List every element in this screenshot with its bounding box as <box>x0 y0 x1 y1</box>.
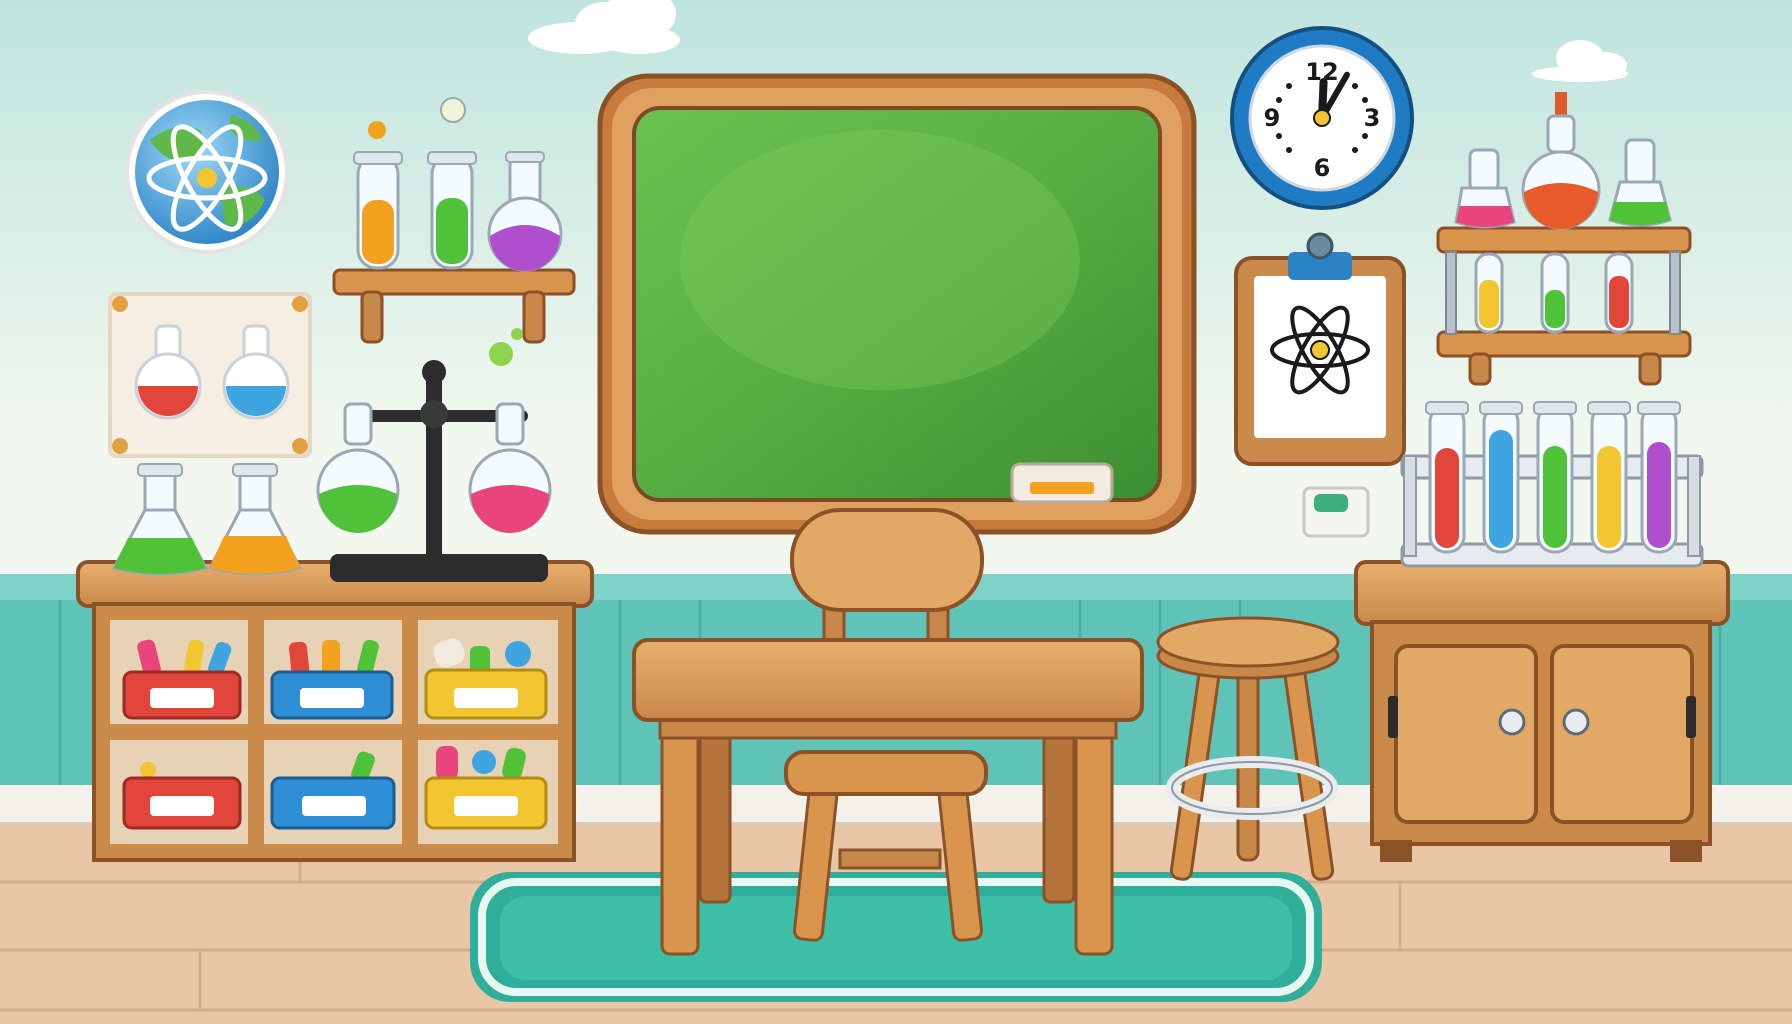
storage-bin-yellow[interactable] <box>424 636 548 720</box>
test-tube-icon <box>1479 401 1523 554</box>
globe-icon <box>125 90 289 254</box>
cabinet-door-right[interactable] <box>1550 644 1696 824</box>
atom-clipboard <box>1234 232 1406 466</box>
test-tube-icon <box>1587 401 1631 554</box>
clock-icon: 12 3 6 9 <box>1230 26 1414 210</box>
floor-rug <box>470 872 1322 1002</box>
science-classroom-scene: 12 3 6 9 <box>0 0 1792 1024</box>
clock-numeral-6: 6 <box>1314 154 1331 182</box>
test-tube-icon <box>1474 252 1504 334</box>
test-tube-icon <box>1533 401 1577 554</box>
test-tube-icon <box>1637 401 1681 554</box>
light-switch[interactable] <box>1302 486 1370 538</box>
storage-bin-blue[interactable] <box>270 639 394 720</box>
flask-poster <box>108 292 312 458</box>
chalk-eraser[interactable] <box>1010 462 1114 504</box>
test-tube-icon <box>1604 252 1634 334</box>
clock-numeral-3: 3 <box>1364 104 1381 132</box>
clock-numeral-9: 9 <box>1264 104 1281 132</box>
test-tube-icon <box>1540 252 1570 334</box>
test-tube-icon <box>1425 401 1469 554</box>
cabinet-door-left[interactable] <box>1388 644 1538 824</box>
